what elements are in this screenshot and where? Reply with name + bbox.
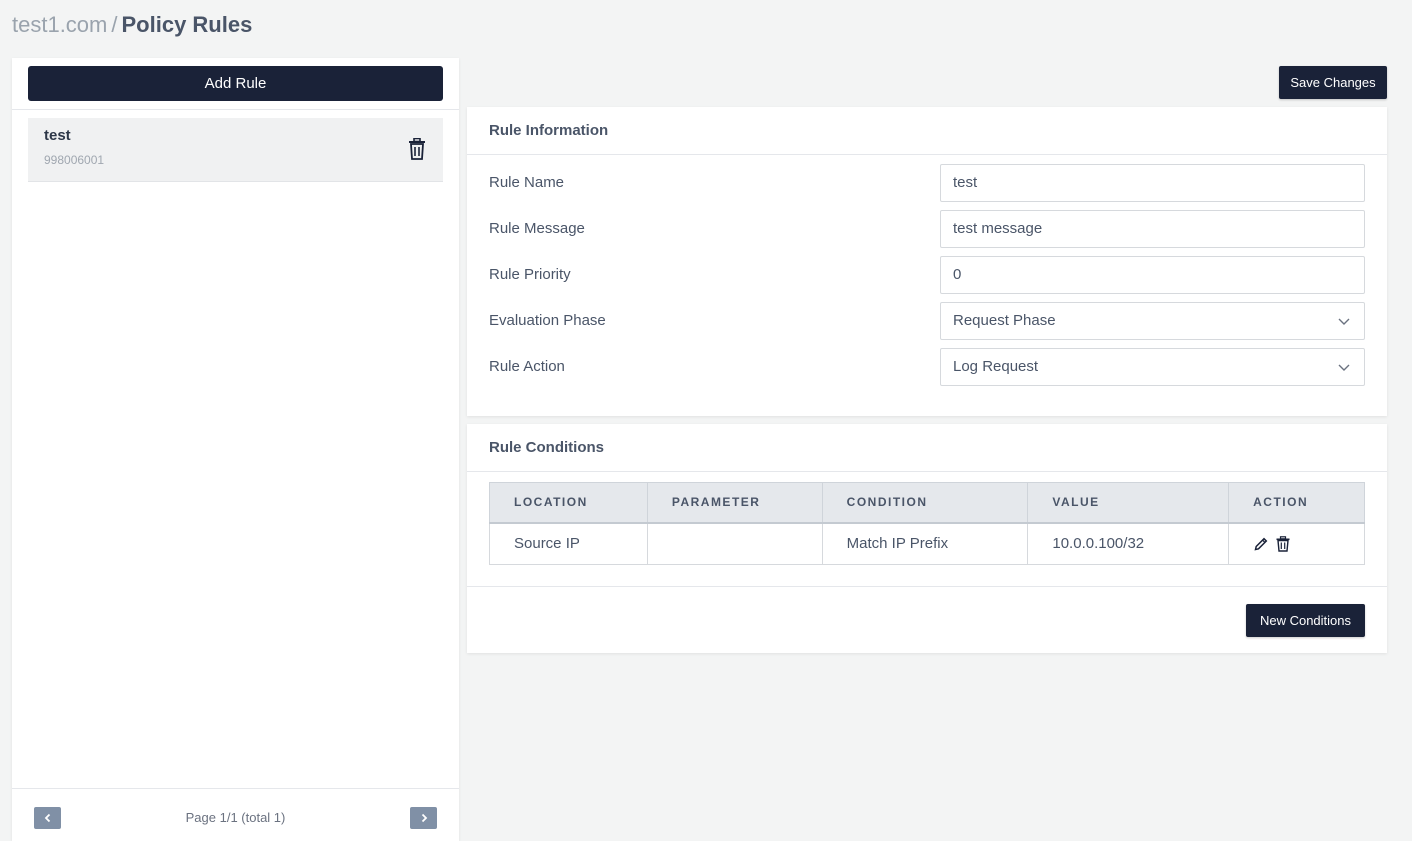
trash-icon[interactable] bbox=[407, 138, 427, 160]
breadcrumb-domain[interactable]: test1.com bbox=[12, 12, 107, 37]
form-row-rule-message: Rule Message test message bbox=[467, 210, 1387, 248]
form-row-rule-priority: Rule Priority 0 bbox=[467, 256, 1387, 294]
table-header-row: LOCATION PARAMETER CONDITION VALUE ACTIO… bbox=[489, 482, 1365, 524]
rule-conditions-card: Rule Conditions LOCATION PARAMETER CONDI… bbox=[467, 424, 1387, 653]
rule-action-select[interactable]: Log Request bbox=[940, 348, 1365, 386]
rule-list-item[interactable]: test 998006001 bbox=[28, 118, 443, 182]
trash-icon[interactable] bbox=[1275, 536, 1291, 552]
column-header: CONDITION bbox=[821, 482, 1029, 524]
field-label: Rule Action bbox=[489, 358, 565, 375]
column-header: ACTION bbox=[1228, 482, 1365, 524]
page-title: Policy Rules bbox=[121, 12, 253, 37]
pagination-text: Page 1/1 (total 1) bbox=[185, 810, 286, 825]
column-header: VALUE bbox=[1027, 482, 1230, 524]
card-title: Rule Information bbox=[467, 107, 1387, 155]
cell-actions bbox=[1228, 522, 1365, 565]
breadcrumb-separator: / bbox=[111, 12, 118, 37]
divider bbox=[12, 109, 459, 110]
field-label: Rule Name bbox=[489, 174, 565, 191]
chevron-right-icon bbox=[421, 813, 427, 823]
next-page-button[interactable] bbox=[410, 807, 437, 829]
rule-message-input[interactable]: test message bbox=[940, 210, 1365, 248]
pencil-icon[interactable] bbox=[1253, 536, 1269, 552]
cell-location: Source IP bbox=[489, 522, 648, 565]
new-conditions-button[interactable]: New Conditions bbox=[1246, 604, 1365, 637]
table-row: Source IP Match IP Prefix 10.0.0.100/32 bbox=[489, 522, 1365, 565]
field-label: Evaluation Phase bbox=[489, 312, 606, 329]
rules-sidebar: Add Rule test 998006001 Page 1/1 (total … bbox=[12, 58, 459, 841]
rule-item-name: test bbox=[44, 127, 71, 144]
card-title: Rule Conditions bbox=[467, 424, 1387, 472]
divider bbox=[12, 788, 459, 789]
cell-value: 10.0.0.100/32 bbox=[1027, 522, 1230, 565]
rule-priority-input[interactable]: 0 bbox=[940, 256, 1365, 294]
column-header: LOCATION bbox=[489, 482, 648, 524]
rule-information-card: Rule Information Rule Name test Rule Mes… bbox=[467, 107, 1387, 416]
form-row-evaluation-phase: Evaluation Phase Request Phase bbox=[467, 302, 1387, 340]
chevron-down-icon bbox=[1338, 318, 1350, 325]
rule-name-input[interactable]: test bbox=[940, 164, 1365, 202]
select-value: Log Request bbox=[953, 358, 1039, 375]
field-label: Rule Priority bbox=[489, 266, 571, 283]
field-label: Rule Message bbox=[489, 220, 585, 237]
add-rule-button[interactable]: Add Rule bbox=[28, 66, 443, 101]
rule-item-id: 998006001 bbox=[44, 153, 105, 167]
form-row-rule-action: Rule Action Log Request bbox=[467, 348, 1387, 386]
evaluation-phase-select[interactable]: Request Phase bbox=[940, 302, 1365, 340]
divider bbox=[467, 586, 1387, 587]
select-value: Request Phase bbox=[953, 312, 1056, 329]
column-header: PARAMETER bbox=[646, 482, 823, 524]
form-row-rule-name: Rule Name test bbox=[467, 164, 1387, 202]
save-changes-button[interactable]: Save Changes bbox=[1279, 66, 1387, 99]
conditions-table: LOCATION PARAMETER CONDITION VALUE ACTIO… bbox=[489, 482, 1365, 565]
chevron-down-icon bbox=[1338, 364, 1350, 371]
cell-parameter bbox=[646, 522, 823, 565]
breadcrumb: test1.com / Policy Rules bbox=[12, 10, 252, 40]
cell-condition: Match IP Prefix bbox=[821, 522, 1029, 565]
